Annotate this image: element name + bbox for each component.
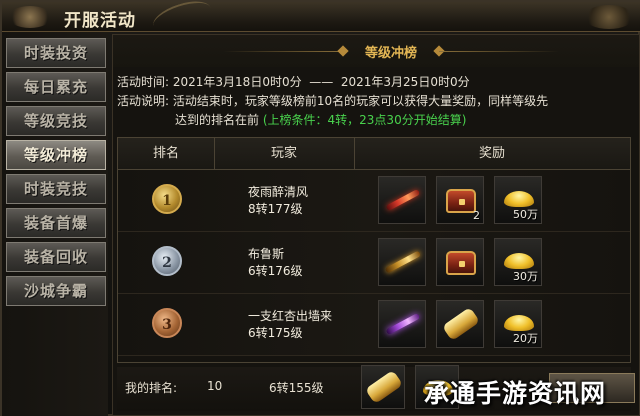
title-bar: 开服活动 bbox=[2, 0, 640, 39]
sidebar-item-castle-war[interactable]: 沙城争霸 bbox=[6, 276, 106, 306]
treasure-chest-icon[interactable] bbox=[436, 238, 484, 286]
reward-qty: 20万 bbox=[513, 332, 538, 345]
player-name: 布鲁斯 bbox=[248, 247, 285, 261]
scroll-icon[interactable] bbox=[361, 365, 405, 409]
bronze-medal-icon: 3 bbox=[152, 308, 182, 338]
player-level: 6转176级 bbox=[248, 264, 303, 278]
gold-ingot-icon[interactable]: 20万 bbox=[494, 300, 542, 348]
gold-ingot-icon[interactable]: 30万 bbox=[494, 238, 542, 286]
activity-description-cont: 达到的排名在前 (上榜条件：4转，23点30分开始结算) bbox=[175, 111, 466, 129]
red-sword-icon[interactable] bbox=[378, 176, 426, 224]
my-rank-label: 我的排名: bbox=[125, 381, 178, 395]
my-rank-value: 10 bbox=[207, 379, 223, 393]
window-title: 开服活动 bbox=[64, 11, 136, 31]
desc-line-2: 达到的排名在前 bbox=[175, 113, 260, 127]
table-row[interactable]: 1 夜雨醉清风 8转177级 2 50万 bbox=[118, 170, 630, 232]
panel-header: 等级冲榜 bbox=[113, 35, 639, 67]
time-label: 活动时间: bbox=[117, 75, 170, 89]
purple-sword-icon[interactable] bbox=[378, 300, 426, 348]
silver-medal-icon: 2 bbox=[152, 246, 182, 276]
sidebar-item-equip-recycle[interactable]: 装备回收 bbox=[6, 242, 106, 272]
table-row[interactable]: 2 布鲁斯 6转176级 30万 bbox=[118, 232, 630, 294]
desc-line-1: 活动结束时，玩家等级榜前10名的玩家可以获得大量奖励，同样等级先 bbox=[172, 94, 549, 108]
sidebar-item-fashion-compete[interactable]: 时装竞技 bbox=[6, 174, 106, 204]
panel-title: 等级冲榜 bbox=[364, 46, 417, 61]
ranking-table: 排名 玩家 奖励 1 夜雨醉清风 8转177级 2 50万 2 布鲁斯 6转17… bbox=[117, 137, 631, 363]
scroll-icon[interactable] bbox=[436, 300, 484, 348]
header-reward: 奖励 bbox=[478, 146, 505, 161]
sidebar-item-fashion-invest[interactable]: 时装投资 bbox=[6, 38, 106, 68]
header-rank: 排名 bbox=[152, 146, 179, 161]
player-level: 6转175级 bbox=[248, 326, 303, 340]
player-name: 一支红杏出墙来 bbox=[248, 309, 333, 323]
sidebar-item-level-compete[interactable]: 等级竞技 bbox=[6, 106, 106, 136]
sidebar: 时装投资 每日累充 等级竞技 等级冲榜 时装竞技 装备首爆 装备回收 沙城争霸 bbox=[2, 32, 108, 416]
dragon-ornament-right-icon bbox=[584, 5, 634, 29]
header-divider-left bbox=[223, 51, 343, 52]
treasure-chest-icon[interactable]: 2 bbox=[436, 176, 484, 224]
site-watermark: 承通手游资讯网 bbox=[424, 379, 607, 408]
activity-description: 活动说明: 活动结束时，玩家等级榜前10名的玩家可以获得大量奖励，同样等级先 bbox=[117, 92, 548, 110]
header-player: 玩家 bbox=[270, 146, 297, 161]
reward-qty: 2 bbox=[473, 209, 480, 222]
dragon-ornament-icon bbox=[8, 6, 52, 28]
player-level: 8转177级 bbox=[248, 202, 303, 216]
table-header: 排名 玩家 奖励 bbox=[118, 138, 630, 170]
main-panel: 等级冲榜 活动时间: 2021年3月18日0时0分 —— 2021年3月25日0… bbox=[112, 34, 640, 416]
swirl-ornament-icon bbox=[149, 0, 215, 39]
game-window: 开服活动 时装投资 每日累充 等级竞技 等级冲榜 时装竞技 装备首爆 装备回收 … bbox=[0, 0, 640, 416]
reward-qty: 30万 bbox=[513, 270, 538, 283]
gold-medal-icon: 1 bbox=[152, 184, 182, 214]
player-name: 夜雨醉清风 bbox=[248, 185, 309, 199]
gold-ingot-icon[interactable]: 50万 bbox=[494, 176, 542, 224]
ranking-condition: (上榜条件：4转，23点30分开始结算) bbox=[262, 113, 467, 127]
my-level-value: 6转155级 bbox=[269, 381, 324, 395]
reward-qty: 50万 bbox=[513, 208, 538, 221]
sidebar-item-level-ranking[interactable]: 等级冲榜 bbox=[6, 140, 106, 170]
header-divider-right bbox=[439, 51, 559, 52]
time-start: 2021年3月18日0时0分 bbox=[172, 75, 302, 89]
desc-label: 活动说明: bbox=[117, 94, 170, 108]
time-separator: —— bbox=[309, 75, 334, 89]
time-end: 2021年3月25日0时0分 bbox=[340, 75, 470, 89]
gold-sword-icon[interactable] bbox=[378, 238, 426, 286]
activity-time: 活动时间: 2021年3月18日0时0分 —— 2021年3月25日0时0分 bbox=[117, 73, 470, 91]
table-row[interactable]: 3 一支红杏出墙来 6转175级 20万 bbox=[118, 294, 630, 356]
sidebar-item-first-drop[interactable]: 装备首爆 bbox=[6, 208, 106, 238]
sidebar-item-daily-recharge[interactable]: 每日累充 bbox=[6, 72, 106, 102]
